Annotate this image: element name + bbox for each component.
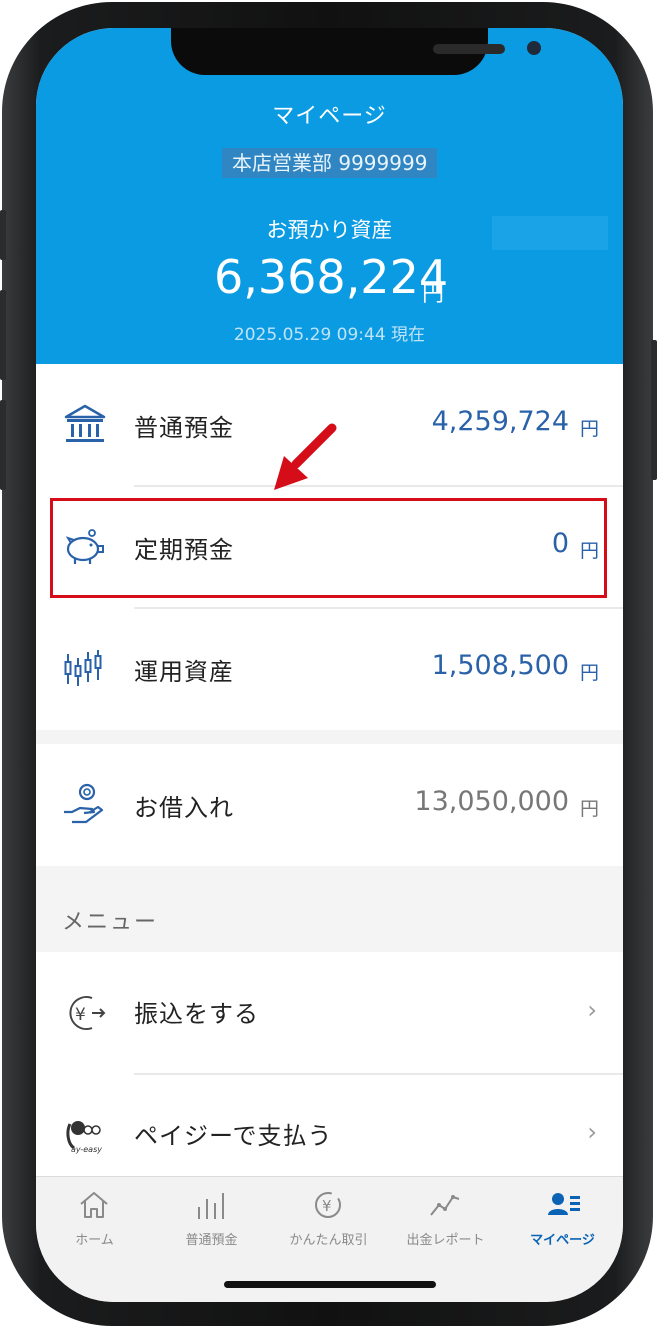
tab-label: マイページ — [530, 1233, 595, 1248]
bars-icon — [198, 1193, 224, 1219]
menu-item-label: 振込をする — [134, 1000, 259, 1028]
yen-unit: 円 — [579, 662, 599, 684]
tab-home[interactable]: ホーム — [36, 1177, 153, 1257]
tab-label: 出金レポート — [406, 1233, 485, 1248]
tab-withdrawal-report[interactable]: 出金レポート — [387, 1177, 504, 1257]
total-assets-unit: 円 — [422, 282, 445, 307]
account-amount: 4,259,724 — [431, 406, 569, 437]
as-of-timestamp: 2025.05.29 09:44 現在 — [233, 325, 426, 345]
pay-easy-icon: ay-easy — [66, 1121, 102, 1154]
page-title: マイページ — [272, 104, 387, 129]
masked-area — [492, 216, 608, 250]
user-card-icon — [548, 1193, 580, 1215]
home-indicator — [224, 1281, 436, 1288]
loan-card: お借入れ 13,050,000 円 — [36, 744, 623, 866]
svg-text:¥: ¥ — [322, 1197, 332, 1215]
highlight-frame — [50, 498, 607, 598]
tab-label: かんたん取引 — [289, 1233, 368, 1248]
header: マイページ 本店営業部 9999999 お預かり資産 6,368,224 円 2… — [36, 28, 623, 364]
camera — [527, 41, 541, 55]
bank-icon — [64, 404, 106, 442]
tab-my-page[interactable]: マイページ — [504, 1177, 621, 1257]
speaker — [433, 44, 505, 54]
account-row-investment[interactable]: 運用資産 1,508,500 円 — [36, 608, 623, 730]
menu-item-transfer[interactable]: ¥ 振込をする › — [36, 952, 623, 1074]
yen-unit: 円 — [579, 798, 599, 820]
branch-account-badge: 本店営業部 9999999 — [222, 148, 438, 178]
yen-cycle-icon: ¥ — [315, 1192, 341, 1218]
tab-easy-transaction[interactable]: ¥ かんたん取引 — [270, 1177, 387, 1257]
candlestick-icon — [64, 650, 102, 686]
loan-label: お借入れ — [134, 794, 234, 822]
yen-transfer-icon: ¥ — [69, 996, 106, 1030]
side-button — [0, 290, 6, 380]
tab-label: ホーム — [75, 1233, 114, 1248]
yen-unit: 円 — [579, 418, 599, 440]
tab-ordinary-deposit[interactable]: 普通預金 — [153, 1177, 270, 1257]
line-chart-icon — [430, 1195, 460, 1216]
chevron-right-icon: › — [587, 1118, 597, 1146]
side-button — [0, 210, 6, 260]
side-button — [651, 340, 657, 480]
side-button — [0, 400, 6, 490]
hand-coin-icon — [64, 783, 104, 824]
svg-text:¥: ¥ — [75, 1005, 86, 1025]
total-assets-value: 6,368,224 — [214, 250, 449, 304]
loan-amount: 13,050,000 — [414, 786, 569, 817]
notch — [171, 28, 541, 75]
app-screen: マイページ 本店営業部 9999999 お預かり資産 6,368,224 円 2… — [36, 28, 623, 1302]
loan-row[interactable]: お借入れ 13,050,000 円 — [36, 744, 623, 866]
svg-text:ay-easy: ay-easy — [71, 1145, 102, 1154]
chevron-right-icon: › — [587, 996, 597, 1024]
menu-card: ¥ 振込をする › ay-easy ペイジーで支払う › — [36, 952, 623, 1176]
account-label: 普通預金 — [134, 414, 234, 442]
account-label: 運用資産 — [134, 658, 234, 686]
home-icon — [80, 1192, 108, 1218]
menu-heading: メニュー — [62, 910, 159, 935]
account-amount: 1,508,500 — [431, 650, 569, 681]
menu-item-label: ペイジーで支払う — [134, 1122, 333, 1150]
red-arrow-icon — [274, 423, 337, 490]
tab-label: 普通預金 — [185, 1233, 238, 1248]
